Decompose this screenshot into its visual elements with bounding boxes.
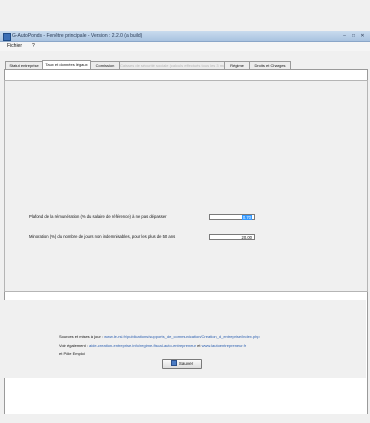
save-button-label: Sauver — [178, 361, 194, 366]
tab-comission[interactable]: Comission — [90, 61, 120, 69]
plafond-remuneration-label: Plafond de la rémunération (% du salaire… — [29, 214, 167, 219]
main-tabs: Statut entreprise Taux et données légaux… — [0, 60, 370, 69]
aide-creation-link[interactable]: aide-creation-entreprise.info/regime-fis… — [89, 343, 196, 348]
minimize-icon[interactable]: – — [340, 33, 349, 39]
tab-regime[interactable]: Régime — [224, 61, 250, 69]
menu-fichier[interactable]: Fichier — [7, 43, 22, 50]
sources-line-2: Voir également : aide-creation-entrepris… — [59, 343, 246, 349]
status-bar — [0, 414, 370, 423]
minoration-jours-input[interactable]: 20.00 — [209, 234, 255, 240]
minoration-jours-label: Minoration (%) du nombre de jours non in… — [29, 234, 176, 239]
menu-help[interactable]: ? — [32, 43, 35, 50]
menu-bar: Fichier ? — [0, 42, 370, 51]
title-bar: G-AutoPonds - Fenêtre principale - Versi… — [0, 31, 370, 42]
see-also-label: Voir également : — [59, 343, 88, 348]
tab-taux-donnees-legaux[interactable]: Taux et données légaux — [42, 60, 91, 69]
app-icon — [3, 33, 11, 41]
rsi-link[interactable]: www.le-rsi.fr/publications/supports_de_c… — [104, 334, 259, 339]
window-title: G-AutoPonds - Fenêtre principale - Versi… — [12, 33, 143, 39]
are-panel: Plafond de la rémunération (% du salaire… — [4, 80, 368, 292]
maximize-icon[interactable]: □ — [349, 33, 358, 39]
sources-label: Sources et mises à jour : — [59, 334, 104, 339]
plafond-remuneration-input[interactable]: 0.70 — [209, 214, 255, 220]
application-window: G-AutoPonds - Fenêtre principale - Versi… — [0, 0, 370, 423]
tab-caisses-securite-sociale[interactable]: Caisses de sécurité sociale (calculs eff… — [119, 61, 225, 69]
save-icon — [170, 360, 177, 366]
close-icon[interactable]: ✕ — [358, 33, 367, 39]
tab-droits-charges[interactable]: Droits et Charges — [249, 61, 291, 69]
sources-line-1: Sources et mises à jour : www.le-rsi.fr/… — [59, 334, 260, 340]
tab-statut-entreprise[interactable]: Statut entreprise — [5, 61, 43, 69]
pole-emploi-text: et Pôle Emploi — [59, 351, 85, 356]
save-button[interactable]: Sauver — [162, 359, 202, 369]
lautoentrepreneur-link[interactable]: www.lautoentrepreneur.fr — [202, 343, 246, 348]
and-label: et — [197, 343, 201, 348]
